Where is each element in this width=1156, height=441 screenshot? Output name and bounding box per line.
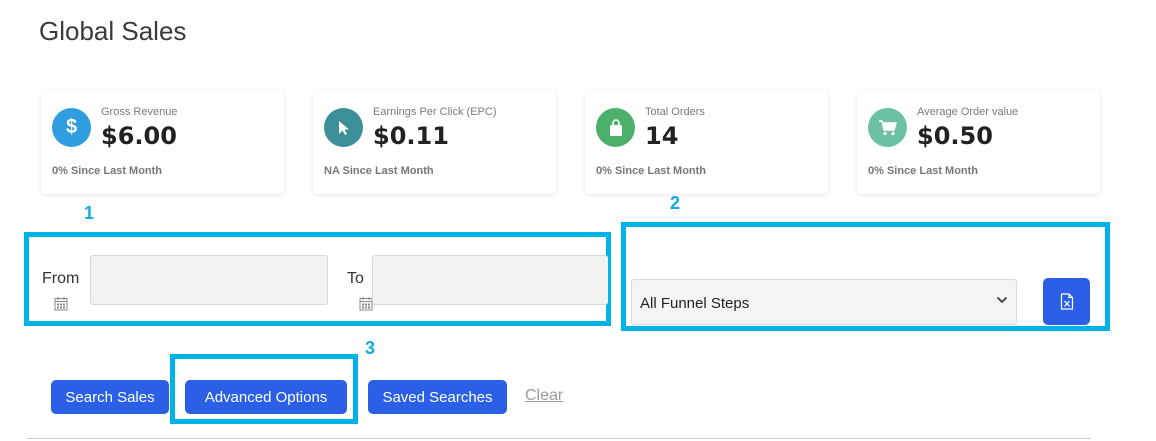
stat-value: $0.50 bbox=[917, 122, 993, 150]
to-label: To bbox=[347, 270, 364, 287]
stat-since: NA Since Last Month bbox=[324, 165, 434, 177]
stat-since: 0% Since Last Month bbox=[868, 165, 979, 177]
search-sales-button[interactable]: Search Sales bbox=[51, 380, 169, 414]
calendar-icon[interactable] bbox=[359, 296, 373, 311]
stat-label: Earnings Per Click (EPC) bbox=[373, 106, 497, 118]
cart-icon bbox=[868, 108, 907, 147]
clear-link[interactable]: Clear bbox=[525, 387, 563, 405]
stat-value: $6.00 bbox=[101, 122, 177, 150]
annotation-number-3: 3 bbox=[365, 338, 376, 358]
stat-since: 0% Since Last Month bbox=[596, 165, 707, 177]
stat-value: 14 bbox=[645, 122, 679, 150]
calendar-icon[interactable] bbox=[54, 296, 68, 311]
stat-since: 0% Since Last Month bbox=[52, 165, 163, 177]
stat-label: Average Order value bbox=[917, 106, 1019, 118]
advanced-options-button[interactable]: Advanced Options bbox=[185, 380, 347, 414]
funnel-steps-value: All Funnel Steps bbox=[640, 295, 750, 312]
stat-label: Gross Revenue bbox=[101, 106, 178, 118]
to-date-input[interactable] bbox=[372, 255, 608, 305]
from-date-input[interactable] bbox=[90, 255, 328, 305]
dollar-icon: $ bbox=[52, 108, 91, 147]
export-excel-button[interactable] bbox=[1043, 278, 1090, 325]
stat-card-average-order: Average Order value $0.50 0% Since Last … bbox=[857, 91, 1100, 194]
chevron-down-icon bbox=[996, 296, 1008, 304]
stat-label: Total Orders bbox=[645, 106, 705, 118]
stat-card-epc: Earnings Per Click (EPC) $0.11 NA Since … bbox=[313, 91, 556, 194]
cursor-icon bbox=[324, 108, 363, 147]
annotation-number-2: 2 bbox=[670, 193, 681, 213]
stat-card-gross-revenue: $ Gross Revenue $6.00 0% Since Last Mont… bbox=[41, 91, 284, 194]
from-label: From bbox=[42, 270, 80, 287]
stat-value: $0.11 bbox=[373, 122, 449, 150]
saved-searches-button[interactable]: Saved Searches bbox=[368, 380, 507, 414]
page-title: Global Sales bbox=[39, 16, 187, 46]
divider bbox=[27, 438, 1091, 439]
shopping-bag-icon bbox=[596, 108, 635, 147]
funnel-steps-select[interactable]: All Funnel Steps bbox=[631, 279, 1017, 325]
stat-card-total-orders: Total Orders 14 0% Since Last Month bbox=[585, 91, 828, 194]
annotation-number-1: 1 bbox=[84, 203, 95, 223]
excel-file-icon bbox=[1060, 293, 1073, 310]
